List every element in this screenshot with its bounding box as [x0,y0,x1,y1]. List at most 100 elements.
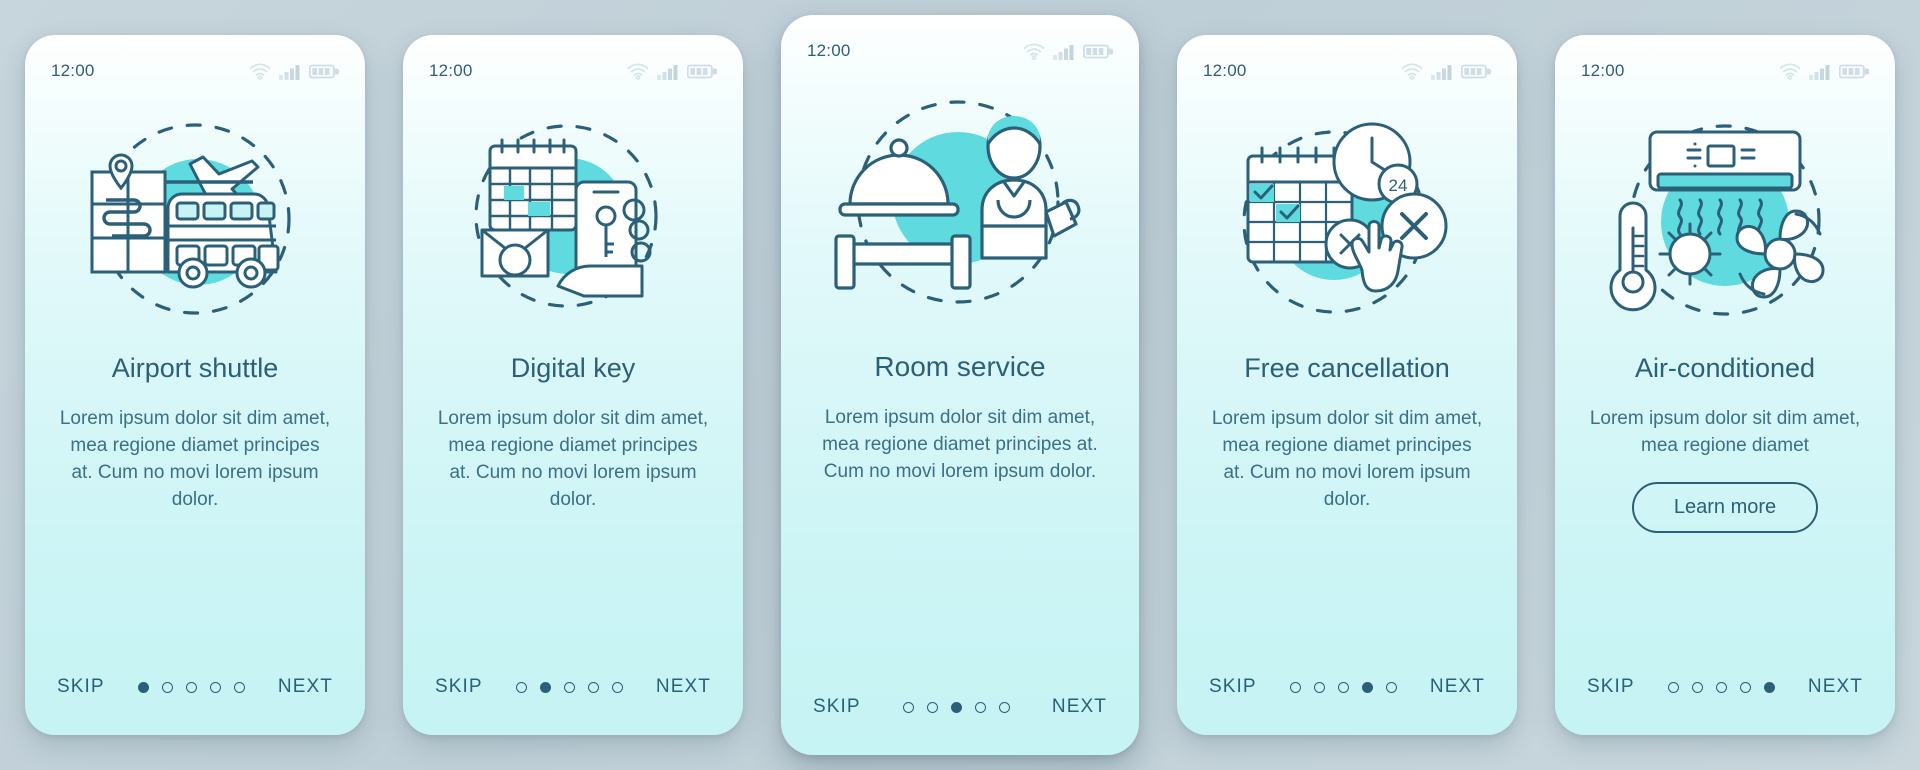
status-bar-clock: 12:00 [51,61,95,80]
screen-description: Lorem ipsum dolor sit dim amet, mea regi… [822,407,1098,483]
illustration [403,89,743,339]
pagination-dot-2[interactable] [161,681,173,693]
pagination-dot-5[interactable] [233,681,245,693]
next-button[interactable]: NEXT [656,676,711,698]
skip-button[interactable]: SKIP [57,676,105,698]
pagination-dot-1[interactable] [137,681,149,693]
screen-description: Lorem ipsum dolor sit dim amet, mea regi… [59,408,331,510]
skip-button[interactable]: SKIP [1587,676,1635,698]
screen-title: Air-conditioned [1634,353,1816,383]
status-bar: 12:00 [781,15,1139,69]
pagination-dot-2[interactable] [539,681,551,693]
onboarding-footer: SKIP NEXT [25,639,365,735]
wifi-icon [249,62,271,80]
wifi-icon [1401,62,1423,80]
pagination-dot-3[interactable] [563,681,575,693]
screen-description: Lorem ipsum dolor sit dim amet, mea regi… [437,408,709,510]
cellular-signal-icon [657,63,679,80]
status-bar-clock: 12:00 [1203,61,1247,80]
pagination-dots [1667,681,1775,693]
pagination-dot-2[interactable] [1691,681,1703,693]
skip-button[interactable]: SKIP [435,676,483,698]
onboarding-screen-5: 12:00 Air-conditioned Lorem ipsum dolor … [1555,35,1895,735]
screen-title: Airport shuttle [111,353,279,383]
pagination-dot-4[interactable] [209,681,221,693]
wifi-icon [627,62,649,80]
pagination-dot-5[interactable] [1385,681,1397,693]
pagination-dots [1289,681,1397,693]
battery-icon [687,63,717,80]
pagination-dots [137,681,245,693]
status-bar-clock: 12:00 [807,41,851,60]
learn-more-button[interactable]: Learn more [1631,481,1819,533]
onboarding-screen-2: 12:00 Digital key Lorem ipsum dolor sit … [403,35,743,735]
free-cancellation-illustration: 24 [1242,122,1448,314]
pagination-dots [902,701,1010,713]
cellular-signal-icon [279,63,301,80]
status-bar: 12:00 [25,35,365,89]
status-icons [249,62,339,80]
onboarding-screens: 12:00 Airport shuttle Lorem ipsum dolor … [25,15,1895,755]
status-bar-clock: 12:00 [429,61,473,80]
onboarding-screen-1: 12:00 Airport shuttle Lorem ipsum dolor … [25,35,365,735]
onboarding-screen-4: 12:00 24 Free cancellation Lorem ipsum d… [1177,35,1517,735]
battery-icon [309,63,339,80]
pagination-dot-4[interactable] [974,701,986,713]
next-button[interactable]: NEXT [1052,696,1107,718]
status-bar-clock: 12:00 [1581,61,1625,80]
onboarding-screen-3: 12:00 Room service Lorem ipsum dolor sit… [781,15,1139,755]
illustration [1555,89,1895,339]
pagination-dot-1[interactable] [515,681,527,693]
onboarding-footer: SKIP NEXT [403,639,743,735]
pagination-dot-1[interactable] [902,701,914,713]
pagination-dots [515,681,623,693]
skip-button[interactable]: SKIP [813,696,861,718]
screen-title: Room service [874,351,1046,382]
pagination-dot-5[interactable] [1763,681,1775,693]
pagination-dot-5[interactable] [998,701,1010,713]
pagination-dot-1[interactable] [1289,681,1301,693]
pagination-dot-3[interactable] [1715,681,1727,693]
digital-key-illustration [474,124,658,308]
pagination-dot-3[interactable] [185,681,197,693]
status-icons [1023,42,1113,60]
status-icons [627,62,717,80]
illustration [25,89,365,339]
screen-title: Free cancellation [1244,353,1450,383]
pagination-dot-1[interactable] [1667,681,1679,693]
status-bar: 12:00 [1177,35,1517,89]
wifi-icon [1779,62,1801,80]
battery-icon [1839,63,1869,80]
cellular-signal-icon [1053,43,1075,60]
illustration [781,69,1139,337]
cellular-signal-icon [1431,63,1453,80]
battery-icon [1083,43,1113,60]
next-button[interactable]: NEXT [1808,676,1863,698]
pagination-dot-3[interactable] [1337,681,1349,693]
pagination-dot-2[interactable] [1313,681,1325,693]
pagination-dot-4[interactable] [587,681,599,693]
cellular-signal-icon [1809,63,1831,80]
pagination-dot-2[interactable] [926,701,938,713]
skip-button[interactable]: SKIP [1209,676,1257,698]
status-icons [1401,62,1491,80]
pagination-dot-5[interactable] [611,681,623,693]
onboarding-footer: SKIP NEXT [1555,639,1895,735]
pagination-dot-4[interactable] [1739,681,1751,693]
illustration: 24 [1177,89,1517,339]
airport-shuttle-illustration [90,123,291,315]
pagination-dot-4[interactable] [1361,681,1373,693]
room-service-illustration [834,100,1081,304]
next-button[interactable]: NEXT [1430,676,1485,698]
pagination-dot-3[interactable] [950,701,962,713]
status-bar: 12:00 [1555,35,1895,89]
battery-icon [1461,63,1491,80]
learn-more-wrap: Learn more [1555,460,1895,533]
next-button[interactable]: NEXT [278,676,333,698]
air-conditioned-illustration [1609,124,1825,316]
